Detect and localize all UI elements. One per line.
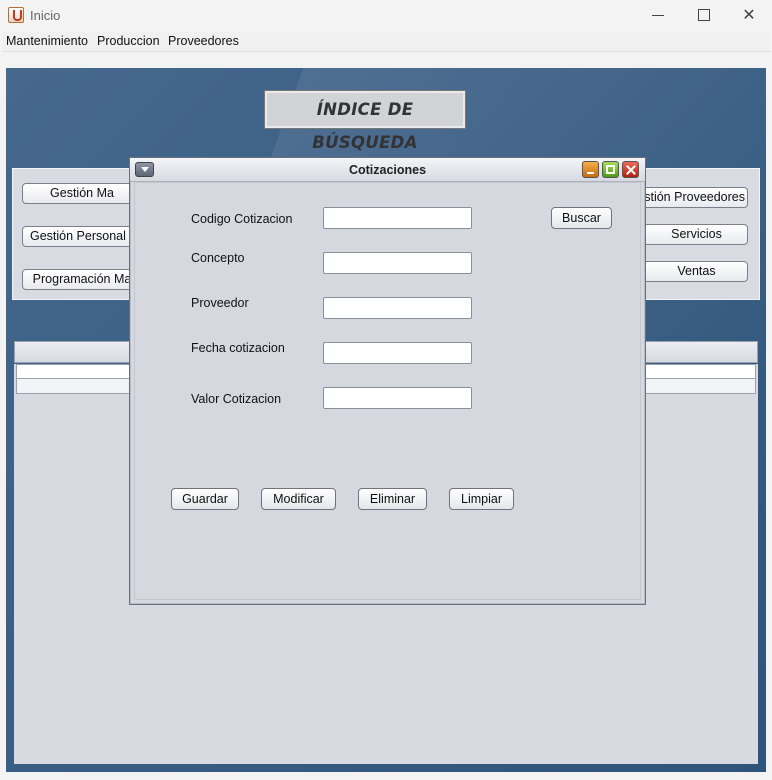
index-banner: ÍNDICE DE BÚSQUEDA (264, 90, 466, 152)
programacion-mantenimiento-button[interactable]: Programación Ma (22, 269, 142, 290)
frame-close-button[interactable] (622, 161, 639, 178)
proveedor-label: Proveedor (191, 296, 249, 310)
menu-produccion[interactable]: Produccion (97, 34, 160, 48)
limpiar-button[interactable]: Limpiar (449, 488, 514, 510)
eliminar-button[interactable]: Eliminar (358, 488, 427, 510)
window-titlebar: Inicio ✕ (0, 0, 772, 32)
internal-frame-title: Cotizaciones (348, 163, 427, 177)
gestion-proveedores-button[interactable]: stión Proveedores (631, 187, 748, 208)
fecha-cotizacion-label: Fecha cotizacion (191, 341, 285, 355)
window-maximize-button[interactable] (680, 0, 726, 32)
window-close-button[interactable]: ✕ (726, 0, 772, 32)
cotizaciones-form: Codigo Cotizacion Concepto Proveedor Fec… (134, 182, 641, 600)
valor-cotizacion-input[interactable] (323, 387, 472, 409)
menu-mantenimiento[interactable]: Mantenimiento (6, 34, 88, 48)
gestion-maquinaria-button[interactable]: Gestión Ma (22, 183, 142, 204)
java-cup-icon (8, 7, 24, 23)
menu-bar: Mantenimiento Produccion Proveedores (2, 32, 770, 52)
gestion-personal-button[interactable]: Gestión Personal (22, 226, 142, 247)
buscar-button[interactable]: Buscar (551, 207, 612, 229)
guardar-button[interactable]: Guardar (171, 488, 239, 510)
codigo-cotizacion-label: Codigo Cotizacion (191, 212, 293, 226)
ventas-button[interactable]: Ventas (631, 261, 748, 282)
menu-proveedores[interactable]: Proveedores (168, 34, 239, 48)
window-minimize-button[interactable] (635, 0, 681, 32)
codigo-cotizacion-input[interactable] (323, 207, 472, 229)
concepto-label: Concepto (191, 251, 245, 265)
proveedor-input[interactable] (323, 297, 472, 319)
fecha-cotizacion-input[interactable] (323, 342, 472, 364)
cotizaciones-internal-frame: Cotizaciones Codigo Cotizacion Concepto … (129, 157, 646, 605)
internal-frame-titlebar[interactable]: Cotizaciones (130, 158, 645, 182)
valor-cotizacion-label: Valor Cotizacion (191, 392, 282, 406)
modificar-button[interactable]: Modificar (261, 488, 336, 510)
frame-maximize-button[interactable] (602, 161, 619, 178)
concepto-input[interactable] (323, 252, 472, 274)
frame-minimize-button[interactable] (582, 161, 599, 178)
window-title: Inicio (30, 8, 61, 23)
servicios-button[interactable]: Servicios (631, 224, 748, 245)
